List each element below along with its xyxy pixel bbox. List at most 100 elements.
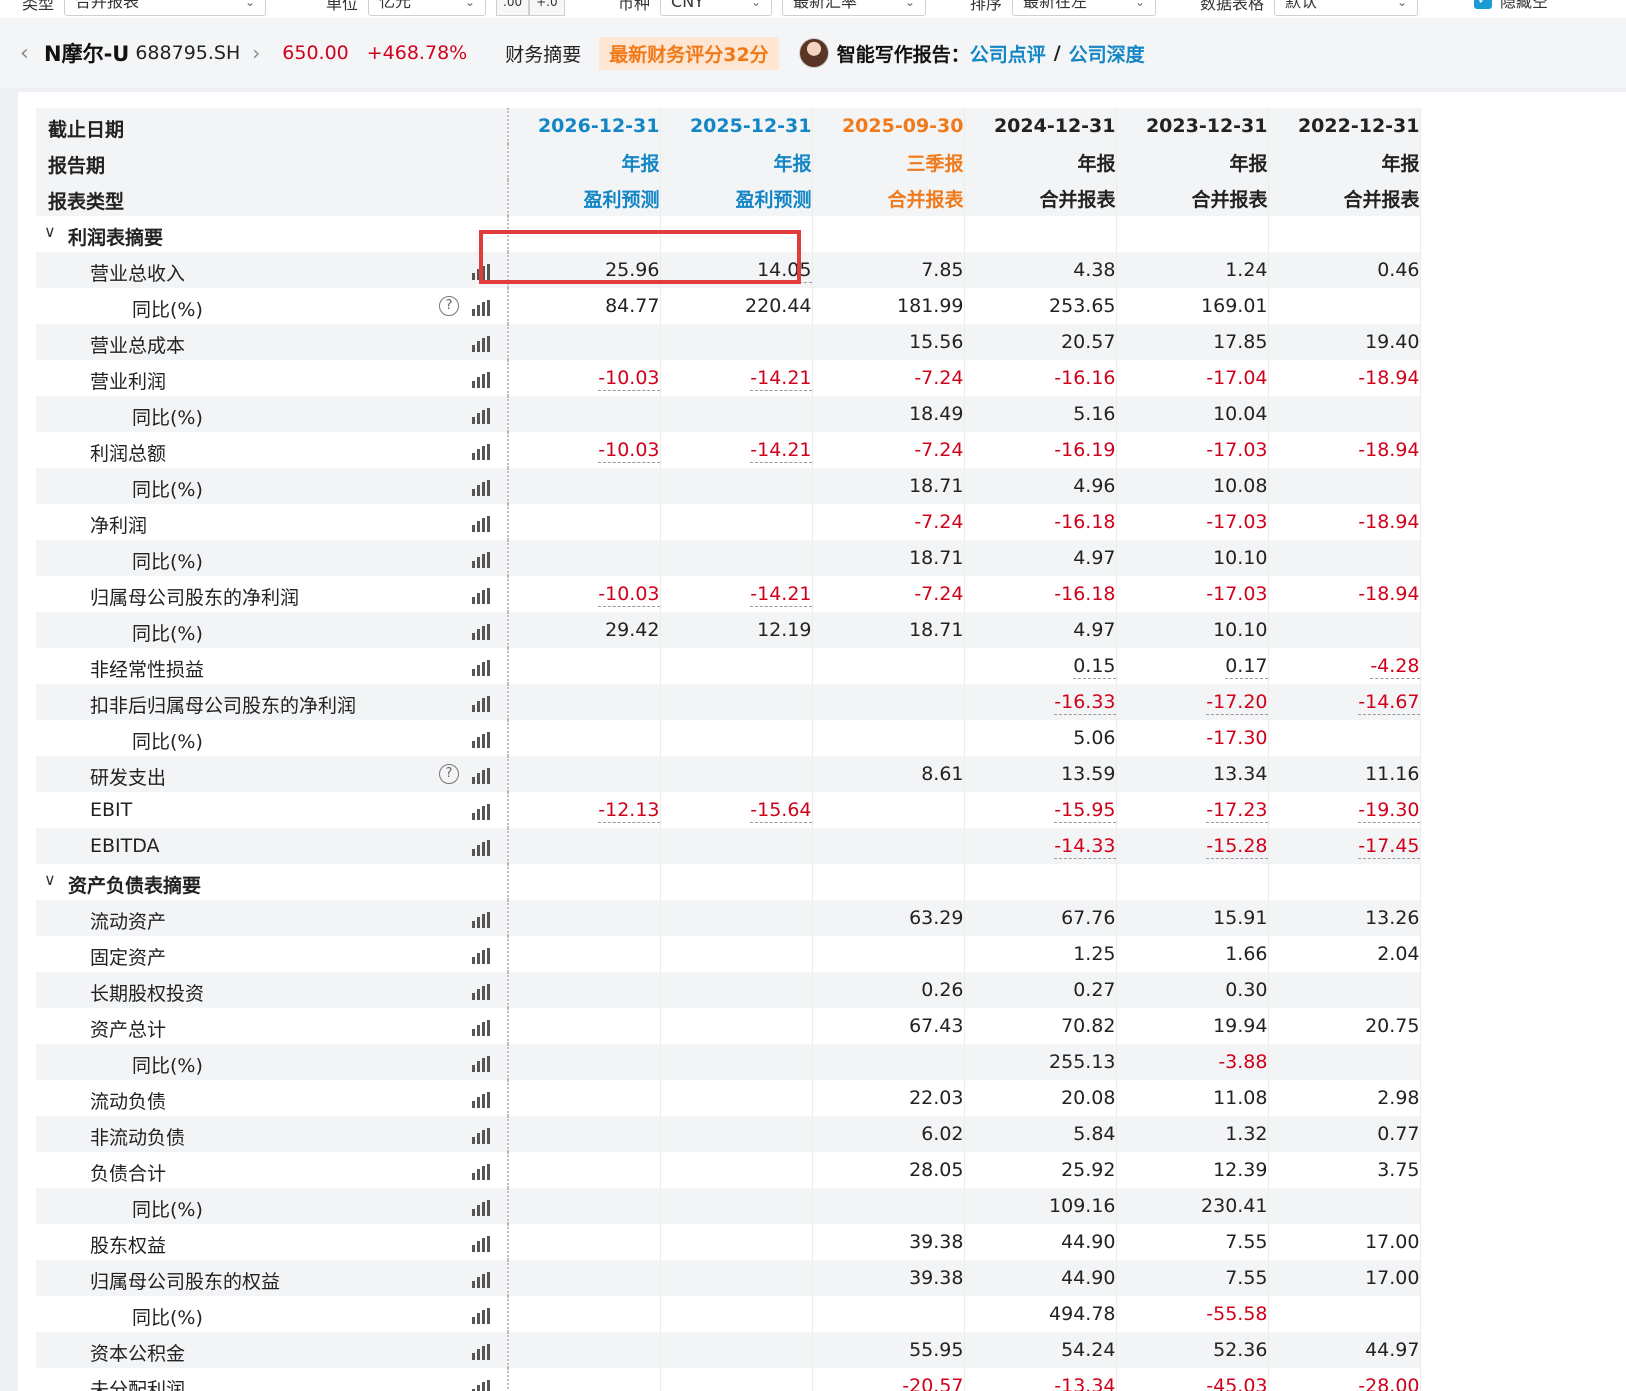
- value-cell: 4.96: [964, 468, 1117, 504]
- value-text[interactable]: 0.17: [1225, 655, 1268, 679]
- filter-sort-select[interactable]: 最新在左 ⌄: [1012, 0, 1157, 16]
- value-text[interactable]: -15.64: [750, 799, 812, 823]
- row-label: 固定资产: [90, 947, 167, 969]
- value-text[interactable]: 14.05: [757, 259, 812, 283]
- value-cell: [660, 936, 813, 972]
- bar-chart-icon[interactable]: [471, 767, 491, 784]
- row-label-cell: 固定资产: [36, 936, 509, 972]
- value-cell: 253.65: [964, 288, 1117, 324]
- decimal-increase-button[interactable]: +.0: [529, 0, 565, 16]
- value-text[interactable]: -4.28: [1370, 655, 1420, 679]
- column-header-period: 年报: [1268, 144, 1421, 180]
- bar-chart-icon[interactable]: [471, 479, 491, 496]
- bar-chart-icon[interactable]: [471, 911, 491, 928]
- bar-chart-icon[interactable]: [471, 407, 491, 424]
- value-cell: [508, 1224, 661, 1260]
- bar-chart-icon[interactable]: [471, 623, 491, 640]
- bar-chart-icon[interactable]: [471, 1343, 491, 1360]
- bar-chart-icon[interactable]: [471, 1055, 491, 1072]
- bar-chart-icon[interactable]: [471, 1235, 491, 1252]
- bar-chart-icon[interactable]: [471, 1019, 491, 1036]
- bar-chart-icon[interactable]: [471, 731, 491, 748]
- value-text[interactable]: -16.33: [1054, 691, 1116, 715]
- value-text[interactable]: -14.21: [750, 439, 812, 463]
- value-text[interactable]: -10.03: [598, 439, 660, 463]
- filter-rate-select[interactable]: 最新汇率 ⌄: [782, 0, 927, 16]
- value-text[interactable]: 25.96: [605, 259, 660, 283]
- row-label-cell: 非流动负债: [36, 1116, 509, 1152]
- bar-chart-icon[interactable]: [471, 1091, 491, 1108]
- value-text: 10.10: [1213, 619, 1268, 641]
- value-text[interactable]: 0.15: [1073, 655, 1116, 679]
- value-cell: [508, 1080, 661, 1116]
- value-text[interactable]: -14.21: [750, 367, 812, 391]
- value-cell: 494.78: [964, 1296, 1117, 1332]
- value-text[interactable]: -10.03: [598, 367, 660, 391]
- question-circle-icon[interactable]: ?: [439, 296, 459, 316]
- checkbox-checked-icon[interactable]: ✓: [1474, 0, 1492, 9]
- row-label: EBIT: [90, 799, 133, 821]
- value-text: -7.24: [914, 511, 964, 533]
- value-text[interactable]: -17.20: [1206, 691, 1268, 715]
- value-text[interactable]: -14.67: [1358, 691, 1420, 715]
- decimal-decrease-button[interactable]: .00: [496, 0, 530, 16]
- value-text: -7.24: [914, 583, 964, 605]
- row-label: 流动资产: [90, 911, 167, 933]
- bar-chart-icon[interactable]: [471, 1163, 491, 1180]
- value-text[interactable]: -15.28: [1206, 835, 1268, 859]
- bar-chart-icon[interactable]: [471, 335, 491, 352]
- bar-chart-icon[interactable]: [471, 587, 491, 604]
- bar-chart-icon[interactable]: [471, 659, 491, 676]
- bar-chart-icon[interactable]: [471, 299, 491, 316]
- bar-chart-icon[interactable]: [471, 1199, 491, 1216]
- bar-chart-icon[interactable]: [471, 839, 491, 856]
- value-text[interactable]: -17.45: [1358, 835, 1420, 859]
- bar-chart-icon[interactable]: [471, 983, 491, 1000]
- bar-chart-icon[interactable]: [471, 551, 491, 568]
- filter-table-select[interactable]: 默认 ⌄: [1274, 0, 1419, 16]
- value-text[interactable]: -15.95: [1054, 799, 1116, 823]
- bar-chart-icon[interactable]: [471, 1271, 491, 1288]
- section-label-cell[interactable]: ∨ 资产负债表摘要: [36, 864, 509, 900]
- value-text[interactable]: -12.13: [598, 799, 660, 823]
- value-text[interactable]: -17.23: [1206, 799, 1268, 823]
- chevron-left-icon[interactable]: ‹: [20, 41, 40, 66]
- bar-chart-icon[interactable]: [471, 947, 491, 964]
- bar-chart-icon[interactable]: [471, 1307, 491, 1324]
- value-text: 28.05: [909, 1159, 964, 1181]
- value-text[interactable]: -14.33: [1054, 835, 1116, 859]
- section-label-cell[interactable]: ∨ 利润表摘要: [36, 216, 509, 252]
- chevron-down-icon[interactable]: ∨: [44, 222, 56, 241]
- value-cell: [660, 1332, 813, 1368]
- empty-cell: [660, 864, 813, 900]
- value-text[interactable]: -10.03: [598, 583, 660, 607]
- value-text[interactable]: -14.21: [750, 583, 812, 607]
- filter-unit-select[interactable]: 亿元 ⌄: [368, 0, 487, 16]
- financial-score-badge[interactable]: 最新财务评分32分: [599, 36, 779, 70]
- company-review-link[interactable]: 公司点评: [970, 40, 1046, 67]
- company-depth-link[interactable]: 公司深度: [1069, 40, 1145, 67]
- value-cell: 11.16: [1268, 756, 1421, 792]
- hide-empty-toggle[interactable]: ✓ 隐藏空: [1474, 0, 1548, 12]
- value-text: 17.00: [1365, 1231, 1420, 1253]
- filter-table-label: 数据表格: [1200, 0, 1265, 13]
- bar-chart-icon[interactable]: [471, 1379, 491, 1391]
- chevron-right-icon[interactable]: ›: [252, 41, 260, 65]
- value-text[interactable]: -19.30: [1358, 799, 1420, 823]
- stock-name[interactable]: N摩尔-U: [44, 38, 129, 68]
- filter-currency-select[interactable]: CNY ⌄: [660, 0, 773, 16]
- filter-type-select[interactable]: 合并报表 ⌄: [64, 0, 267, 16]
- section-row[interactable]: ∨ 利润表摘要: [36, 216, 1421, 252]
- bar-chart-icon[interactable]: [471, 803, 491, 820]
- section-row[interactable]: ∨ 资产负债表摘要: [36, 864, 1421, 900]
- bar-chart-icon[interactable]: [471, 263, 491, 280]
- bar-chart-icon[interactable]: [471, 371, 491, 388]
- bar-chart-icon[interactable]: [471, 443, 491, 460]
- bar-chart-icon[interactable]: [471, 1127, 491, 1144]
- tab-financial-summary[interactable]: 财务摘要: [505, 40, 581, 67]
- bar-chart-icon[interactable]: [471, 515, 491, 532]
- chevron-down-icon[interactable]: ∨: [44, 870, 56, 889]
- row-label: 非流动负债: [90, 1127, 186, 1149]
- bar-chart-icon[interactable]: [471, 695, 491, 712]
- question-circle-icon[interactable]: ?: [439, 764, 459, 784]
